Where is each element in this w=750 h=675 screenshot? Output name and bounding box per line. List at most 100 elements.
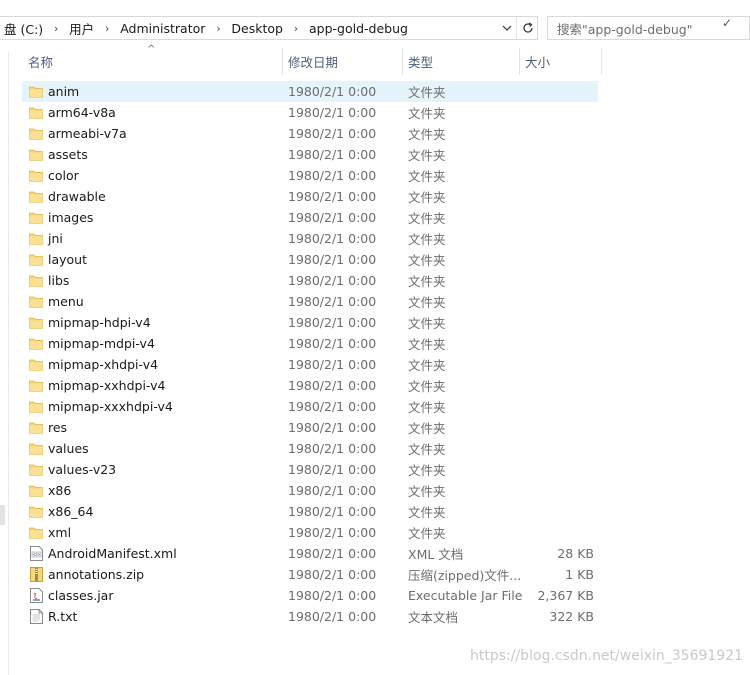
file-name: images — [48, 210, 94, 225]
file-type: 文件夹 — [408, 106, 446, 121]
file-name: arm64-v8a — [48, 105, 116, 120]
file-row[interactable]: color 1980/2/1 0:00 文件夹 — [22, 165, 598, 186]
file-row[interactable]: values 1980/2/1 0:00 文件夹 — [22, 438, 598, 459]
file-name: xml — [48, 525, 72, 540]
folder-icon — [28, 186, 44, 207]
watermark: https://blog.csdn.net/weixin_35691921 — [470, 648, 744, 664]
file-type: 文件夹 — [408, 379, 446, 394]
file-row[interactable]: drawable 1980/2/1 0:00 文件夹 — [22, 186, 598, 207]
file-size — [524, 291, 594, 312]
file-list: anim 1980/2/1 0:00 文件夹 arm64-v8a 1980/2/1 0:… — [22, 81, 598, 627]
chevron-right-icon[interactable]: › — [102, 22, 112, 35]
file-type: 文件夹 — [408, 463, 446, 478]
file-row[interactable]: layout 1980/2/1 0:00 文件夹 — [22, 249, 598, 270]
address-history-dropdown[interactable] — [498, 17, 516, 39]
xml-file-icon: </> — [28, 543, 44, 564]
search-input[interactable]: 搜索"app-gold-debug" — [547, 16, 750, 40]
file-name: menu — [48, 294, 84, 309]
file-size — [524, 249, 594, 270]
file-size: 28 KB — [557, 546, 594, 561]
file-type: 文件夹 — [408, 85, 446, 100]
file-row[interactable]: jni 1980/2/1 0:00 文件夹 — [22, 228, 598, 249]
chevron-right-icon[interactable]: › — [291, 22, 301, 35]
file-size — [524, 207, 594, 228]
file-row[interactable]: mipmap-xxhdpi-v4 1980/2/1 0:00 文件夹 — [22, 375, 598, 396]
breadcrumb-drive[interactable]: 盘 (C:) — [0, 19, 47, 38]
file-type: 文件夹 — [408, 421, 446, 436]
file-row[interactable]: mipmap-xxxhdpi-v4 1980/2/1 0:00 文件夹 — [22, 396, 598, 417]
file-size — [524, 522, 594, 543]
column-divider[interactable] — [601, 48, 602, 75]
chevron-right-icon[interactable]: › — [213, 22, 223, 35]
breadcrumb-users[interactable]: 用户 — [65, 19, 98, 38]
file-row[interactable]: menu 1980/2/1 0:00 文件夹 — [22, 291, 598, 312]
file-row[interactable]: mipmap-mdpi-v4 1980/2/1 0:00 文件夹 — [22, 333, 598, 354]
column-header-type[interactable]: 类型 — [402, 48, 519, 75]
file-name: anim — [48, 84, 80, 99]
file-name: mipmap-xhdpi-v4 — [48, 357, 159, 372]
file-size — [524, 123, 594, 144]
file-name: annotations.zip — [48, 567, 145, 582]
folder-icon — [28, 501, 44, 522]
folder-icon — [28, 438, 44, 459]
file-size — [524, 438, 594, 459]
file-name: AndroidManifest.xml — [48, 546, 177, 561]
file-type: 文件夹 — [408, 526, 446, 541]
file-row[interactable]: </> AndroidManifest.xml 1980/2/1 0:00 XML 文… — [22, 543, 598, 564]
file-name: layout — [48, 252, 88, 267]
folder-icon — [28, 228, 44, 249]
chevron-right-icon[interactable]: › — [51, 22, 61, 35]
svg-text:</>: </> — [32, 552, 40, 557]
file-row[interactable]: assets 1980/2/1 0:00 文件夹 — [22, 144, 598, 165]
file-row[interactable]: mipmap-hdpi-v4 1980/2/1 0:00 文件夹 — [22, 312, 598, 333]
file-name: armeabi-v7a — [48, 126, 127, 141]
column-header-date[interactable]: 修改日期 — [282, 48, 402, 75]
file-row[interactable]: classes.jar 1980/2/1 0:00 Executable Jar F… — [22, 585, 598, 606]
file-size — [524, 102, 594, 123]
file-row[interactable]: images 1980/2/1 0:00 文件夹 — [22, 207, 598, 228]
file-name: color — [48, 168, 79, 183]
folder-icon — [28, 354, 44, 375]
file-type: 文件夹 — [408, 169, 446, 184]
navigation-pane-scroll-marker — [0, 505, 5, 525]
file-row[interactable]: anim 1980/2/1 0:00 文件夹 — [22, 81, 598, 102]
file-row[interactable]: annotations.zip 1980/2/1 0:00 压缩(zipped)文件… — [22, 564, 598, 585]
file-type: 文件夹 — [408, 253, 446, 268]
file-row[interactable]: arm64-v8a 1980/2/1 0:00 文件夹 — [22, 102, 598, 123]
file-row[interactable]: mipmap-xhdpi-v4 1980/2/1 0:00 文件夹 — [22, 354, 598, 375]
navigation-pane-edge — [8, 52, 9, 675]
file-size — [524, 270, 594, 291]
file-size — [524, 165, 594, 186]
file-row[interactable]: values-v23 1980/2/1 0:00 文件夹 — [22, 459, 598, 480]
column-header-size[interactable]: 大小 — [519, 48, 599, 75]
breadcrumb-administrator[interactable]: Administrator — [116, 21, 209, 36]
file-row[interactable]: res 1980/2/1 0:00 文件夹 — [22, 417, 598, 438]
refresh-button[interactable] — [516, 17, 538, 39]
address-bar[interactable]: 盘 (C:) › 用户 › Administrator › Desktop › … — [0, 16, 538, 40]
file-name: mipmap-hdpi-v4 — [48, 315, 151, 330]
file-modified-date: 1980/2/1 0:00 — [288, 378, 377, 393]
file-modified-date: 1980/2/1 0:00 — [288, 273, 377, 288]
file-size — [524, 480, 594, 501]
file-modified-date: 1980/2/1 0:00 — [288, 483, 377, 498]
file-name: drawable — [48, 189, 106, 204]
file-type: 文件夹 — [408, 190, 446, 205]
file-row[interactable]: armeabi-v7a 1980/2/1 0:00 文件夹 — [22, 123, 598, 144]
file-type: 压缩(zipped)文件... — [408, 568, 522, 583]
breadcrumb-current-folder[interactable]: app-gold-debug — [305, 21, 412, 36]
file-row[interactable]: x86_64 1980/2/1 0:00 文件夹 — [22, 501, 598, 522]
folder-icon — [28, 249, 44, 270]
breadcrumb-desktop[interactable]: Desktop — [227, 21, 287, 36]
file-row[interactable]: R.txt 1980/2/1 0:00 文本文档 322 KB — [22, 606, 598, 627]
file-type: 文件夹 — [408, 442, 446, 457]
window-control-icon[interactable]: ✓ — [722, 16, 732, 30]
file-row[interactable]: xml 1980/2/1 0:00 文件夹 — [22, 522, 598, 543]
file-modified-date: 1980/2/1 0:00 — [288, 189, 377, 204]
file-name: R.txt — [48, 609, 78, 624]
column-header-name[interactable]: 名称 — [22, 48, 282, 75]
file-modified-date: 1980/2/1 0:00 — [288, 126, 377, 141]
file-type: 文件夹 — [408, 505, 446, 520]
file-row[interactable]: x86 1980/2/1 0:00 文件夹 — [22, 480, 598, 501]
column-header-row: ^ 名称 修改日期 类型 大小 — [22, 44, 602, 75]
file-row[interactable]: libs 1980/2/1 0:00 文件夹 — [22, 270, 598, 291]
